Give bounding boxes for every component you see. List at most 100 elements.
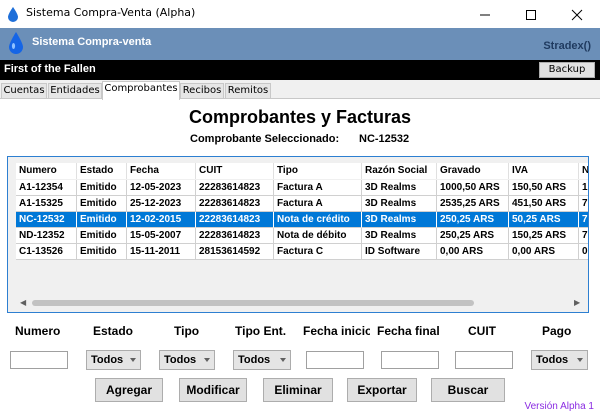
table-row[interactable]: A1-12354 Emitido 12-05-2023 22283614823 Fact… [16,180,588,196]
column-header: Tipo [274,163,362,179]
table-cell: Nota de débito [274,228,362,244]
table-cell: Emitido [77,244,127,260]
column-header: CUIT [196,163,274,179]
comprobantes-table[interactable]: Numero Estado Fecha CUIT Tipo Razón Social Gra… [7,156,589,313]
tipo-select[interactable]: Todos [159,350,215,370]
table-cell: Nota de crédito [274,212,362,228]
tipo-ent-select[interactable]: Todos [233,350,291,370]
modificar-button[interactable]: Modificar [179,378,247,402]
column-header: Razón Social [362,163,437,179]
table-cell: 22283614823 [196,212,274,228]
table-cell: 7 [579,228,588,244]
table-cell: Emitido [77,180,127,196]
scroll-left-icon[interactable]: ◀ [20,298,26,307]
selected-value: NC-12532 [359,133,410,145]
fecha-inicio-input[interactable] [306,351,364,369]
scroll-right-icon[interactable]: ▶ [574,298,580,307]
table-row[interactable]: A1-15325 Emitido 25-12-2023 22283614823 Fact… [16,196,588,212]
chevron-down-icon [204,358,210,362]
table-cell: 3D Realms [362,212,437,228]
page-title: Comprobantes y Facturas [188,107,412,127]
company-bar: First of the Fallen Backup [0,60,600,80]
column-header: IVA [509,163,579,179]
table-cell: 12-02-2015 [127,212,196,228]
scrollbar-thumb[interactable] [32,300,474,306]
table-cell: Factura C [274,244,362,260]
table-cell: 0,00 ARS [509,244,579,260]
filter-label-tipo: Tipo [174,324,200,338]
table-cell: 22283614823 [196,180,274,196]
table-header-row: Numero Estado Fecha CUIT Tipo Razón Social Gra… [16,163,588,179]
table-cell: NC-12532 [16,212,77,228]
water-drop-logo-icon [9,32,23,54]
table-cell: 25-12-2023 [127,196,196,212]
table-cell: 7 [579,212,588,228]
table-cell: ND-12352 [16,228,77,244]
table-row[interactable]: C1-13526 Emitido 15-11-2011 28153614592 Fact… [16,244,588,260]
table-cell: 3D Realms [362,180,437,196]
minimize-button[interactable] [462,0,508,28]
table-cell: 0,00 ARS [437,244,509,260]
tab-comprobantes[interactable]: Comprobantes [102,81,180,100]
filter-label-pago: Pago [542,324,572,338]
tipo-select-value: Todos [164,354,197,366]
filter-label-tipo-ent: Tipo Ent. [235,324,287,338]
eliminar-button[interactable]: Eliminar [263,378,333,402]
table-cell: 250,25 ARS [437,228,509,244]
filter-label-estado: Estado [93,324,134,338]
cuit-input[interactable] [455,351,513,369]
selected-label: Comprobante Seleccionado: [190,133,340,145]
table-cell: Factura A [274,196,362,212]
close-button[interactable] [554,0,600,28]
water-drop-icon [8,7,18,22]
table-row[interactable]: ND-12352 Emitido 15-05-2007 22283614823 Nota… [16,228,588,244]
table-cell: A1-15325 [16,196,77,212]
pago-select[interactable]: Todos [531,350,588,370]
table-cell: 451,50 ARS [509,196,579,212]
version-label: Versión Alpha 1 [524,401,595,412]
table-cell: 15-05-2007 [127,228,196,244]
title-bar: Sistema Compra-Venta (Alpha) [0,0,600,28]
comprobantes-panel: Comprobantes y Facturas Comprobante Sele… [0,98,600,418]
backup-button[interactable]: Backup [539,62,595,78]
horizontal-scrollbar[interactable]: ◀ ▶ [16,295,586,311]
minimize-icon [480,14,490,16]
tab-cuentas[interactable]: Cuentas [1,83,47,99]
tab-remitos[interactable]: Remitos [225,83,271,99]
filter-label-fecha-inicio: Fecha inicio [303,324,370,338]
chevron-down-icon [130,358,136,362]
buscar-button[interactable]: Buscar [431,378,505,402]
tab-entidades[interactable]: Entidades [48,83,102,99]
table-cell: 12-05-2023 [127,180,196,196]
estado-select[interactable]: Todos [86,350,141,370]
fecha-final-input[interactable] [381,351,439,369]
table-cell: Factura A [274,180,362,196]
table-cell: 3D Realms [362,228,437,244]
chevron-down-icon [280,358,286,362]
tab-recibos[interactable]: Recibos [180,83,224,99]
table-cell: 2535,25 ARS [437,196,509,212]
table-cell: 22283614823 [196,228,274,244]
numero-input[interactable] [10,351,68,369]
estado-select-value: Todos [91,354,124,366]
column-header: Fecha [127,163,196,179]
table-row[interactable]: NC-12532 Emitido 12-02-2015 22283614823 Nota… [16,212,588,228]
chevron-down-icon [577,358,583,362]
table-cell: 1 [579,180,588,196]
table-cell: C1-13526 [16,244,77,260]
table-cell: Emitido [77,228,127,244]
pago-select-value: Todos [536,354,569,366]
table-cell: 150,25 ARS [509,228,579,244]
column-header: Gravado [437,163,509,179]
maximize-icon [526,10,536,20]
table-cell: A1-12354 [16,180,77,196]
table-cell: ID Software [362,244,437,260]
table-cell: Emitido [77,196,127,212]
table-cell: 22283614823 [196,196,274,212]
window-title: Sistema Compra-Venta (Alpha) [26,6,196,19]
filter-label-cuit: CUIT [468,324,496,338]
maximize-button[interactable] [508,0,554,28]
table-cell: 7 [579,196,588,212]
agregar-button[interactable]: Agregar [95,378,163,402]
exportar-button[interactable]: Exportar [347,378,417,402]
